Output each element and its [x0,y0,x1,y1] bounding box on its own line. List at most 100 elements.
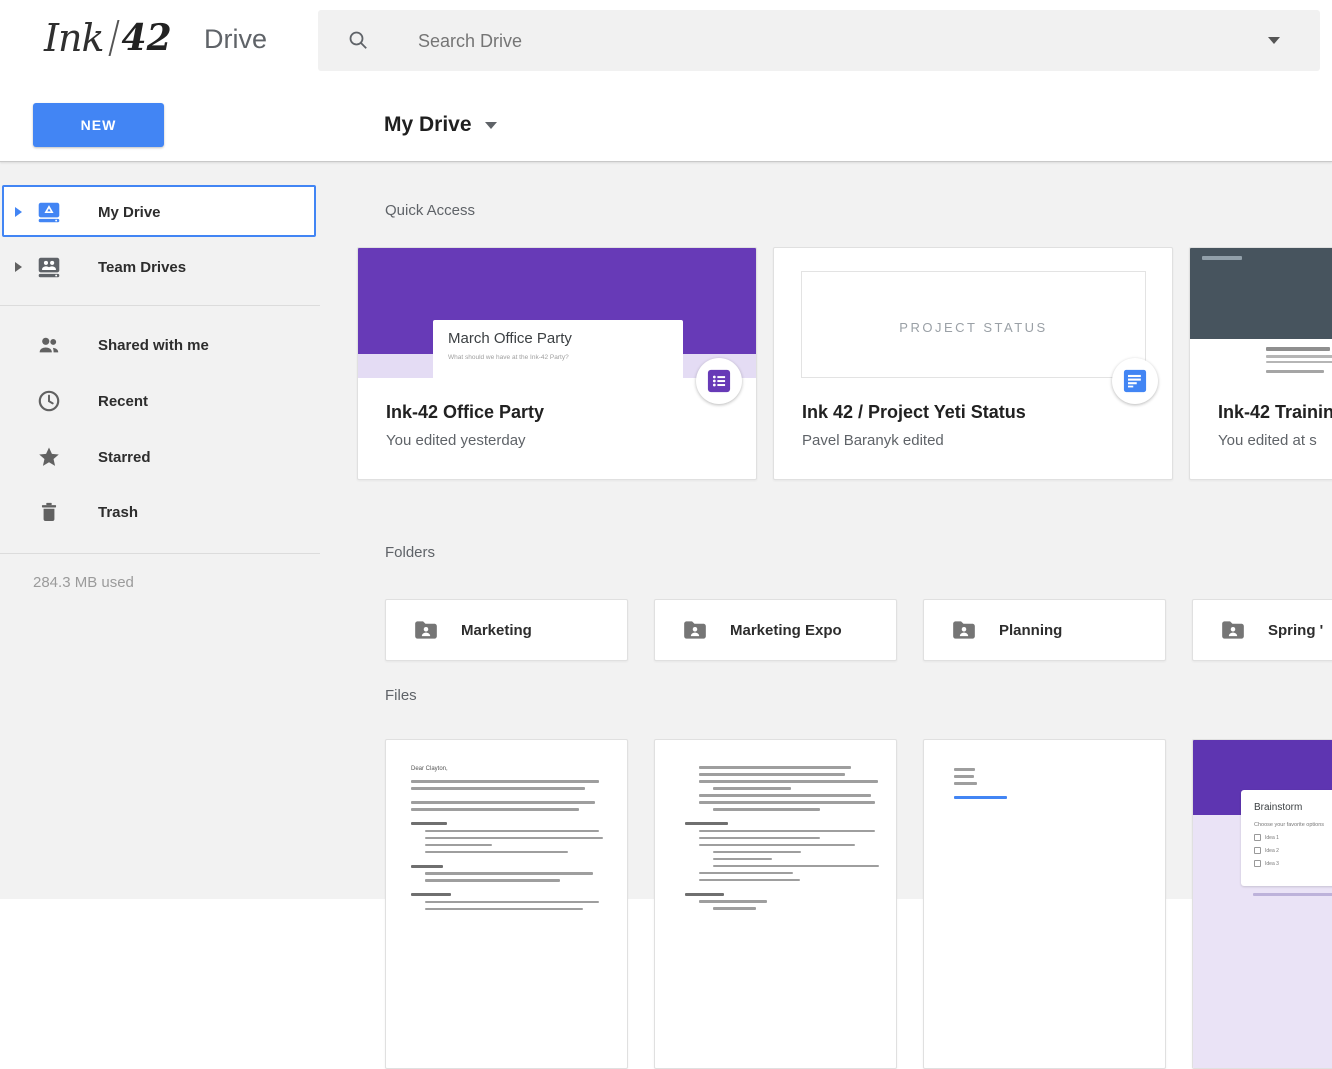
trash-icon [36,499,62,525]
folder-card-marketing[interactable]: Marketing [385,599,628,661]
form-preview-panel: Brainstorm Choose your favorite options … [1241,790,1332,886]
sidebar-item-label: Starred [98,449,151,466]
file-card-document[interactable] [923,739,1166,1069]
quick-access-heading: Quick Access [385,202,475,219]
form-option: Idea 3 [1254,860,1332,867]
star-icon [36,444,62,470]
slide-thumbnail: PROJECT STATUS [774,248,1172,378]
slides-badge [1112,358,1158,404]
folder-name: Marketing Expo [730,622,842,639]
checkbox-icon [1254,860,1261,867]
slide-preview: PROJECT STATUS [801,271,1146,378]
file-card-document[interactable]: Dear Clayton, [385,739,628,1069]
checkbox-icon [1254,847,1261,854]
quick-access-card-office-party[interactable]: March Office Party What should we have a… [357,247,757,480]
new-button[interactable]: NEW [33,103,164,147]
forms-badge [696,358,742,404]
folder-card-spring[interactable]: Spring ' [1192,599,1332,661]
sidebar-divider [0,553,320,554]
sidebar-item-my-drive[interactable]: My Drive [0,190,320,234]
slide-text-line [1202,256,1242,260]
search-input[interactable] [416,10,1260,73]
form-preview-panel: March Office Party What should we have a… [433,320,683,378]
drive-wordmark: Drive [204,24,267,55]
shared-folder-icon [1220,617,1246,643]
folders-heading: Folders [385,544,435,561]
sidebar-divider [0,305,320,306]
form-thumbnail: March Office Party What should we have a… [358,248,756,378]
quick-access-card-project-yeti[interactable]: PROJECT STATUS Ink 42 / Project Yeti Sta… [773,247,1173,480]
sidebar-item-recent[interactable]: Recent [0,379,320,423]
shared-folder-icon [682,617,708,643]
sidebar-item-starred[interactable]: Starred [0,435,320,479]
form-option-label: Idea 2 [1265,848,1279,854]
view-title-dropdown[interactable]: My Drive [384,105,497,145]
form-preview-title: Brainstorm [1254,802,1332,813]
chevron-down-icon [485,122,497,129]
folder-name: Spring ' [1268,622,1323,639]
slide-thumbnail [1190,248,1332,378]
files-heading: Files [385,687,417,704]
sidebar-item-label: My Drive [98,204,161,221]
view-title-text: My Drive [384,113,472,137]
search-bar[interactable] [318,10,1320,71]
form-preview-title: March Office Party [448,330,683,347]
sidebar-item-trash[interactable]: Trash [0,490,320,534]
ink42-logo[interactable]: Ink 42 [44,8,172,68]
logo-separator [108,20,119,56]
file-card-document[interactable] [654,739,897,1069]
checkbox-icon [1254,834,1261,841]
sidebar-item-label: Team Drives [98,259,186,276]
preview-text-line [1266,361,1332,364]
sidebar-item-label: Shared with me [98,337,209,354]
preview-text-line [1266,347,1330,351]
file-activity: Pavel Baranyk edited [802,432,944,449]
form-option-label: Idea 1 [1265,835,1279,841]
shared-folder-icon [951,617,977,643]
folder-name: Marketing [461,622,532,639]
form-option: Idea 1 [1254,834,1332,841]
document-preview-greeting: Dear Clayton, [411,766,448,772]
file-title: Ink-42 Training [1218,402,1332,423]
sidebar-item-shared-with-me[interactable]: Shared with me [0,323,320,367]
my-drive-icon [36,199,62,225]
file-activity: You edited yesterday [386,432,526,449]
sidebar-item-label: Trash [98,504,138,521]
shared-folder-icon [413,617,439,643]
file-activity: You edited at s [1218,432,1317,449]
slide-preview-title: PROJECT STATUS [802,320,1145,335]
preview-text-line [1266,370,1324,373]
expand-arrow-icon[interactable] [15,207,22,217]
sidebar-item-label: Recent [98,393,148,410]
search-icon[interactable] [346,28,370,52]
document-preview-text [411,780,609,915]
folder-card-planning[interactable]: Planning [923,599,1166,661]
slides-icon [1121,367,1149,395]
search-options-caret-icon[interactable] [1268,37,1280,44]
document-preview-text [954,768,1149,804]
folder-card-marketing-expo[interactable]: Marketing Expo [654,599,897,661]
expand-arrow-icon[interactable] [15,262,22,272]
form-footer-text-line [1253,893,1332,896]
team-drives-icon [36,254,62,280]
storage-used-label: 284.3 MB used [33,574,134,591]
shared-with-me-icon [36,332,62,358]
logo-script-text: Ink [44,16,104,60]
forms-icon [705,367,733,395]
logo-number-text: 42 [122,17,172,59]
file-title: Ink-42 Office Party [386,402,544,423]
file-card-form-brainstorm[interactable]: Brainstorm Choose your favorite options … [1192,739,1332,1069]
preview-text-line [1266,355,1332,358]
form-preview-question: What should we have at the Ink-42 Party? [448,354,683,361]
quick-access-card-training[interactable]: Ink-42 Training You edited at s [1189,247,1332,480]
form-option-label: Idea 3 [1265,861,1279,867]
form-preview-question: Choose your favorite options [1254,822,1332,828]
document-preview-text [685,766,880,914]
sidebar-item-team-drives[interactable]: Team Drives [0,245,320,289]
app-header: Ink 42 Drive NEW My Drive [0,0,1332,162]
title-slide-preview [1190,248,1332,339]
sidebar: My Drive Team Drives [0,162,320,899]
folder-name: Planning [999,622,1062,639]
content-area: My Drive Team Drives [0,162,1332,899]
clock-icon [36,388,62,414]
